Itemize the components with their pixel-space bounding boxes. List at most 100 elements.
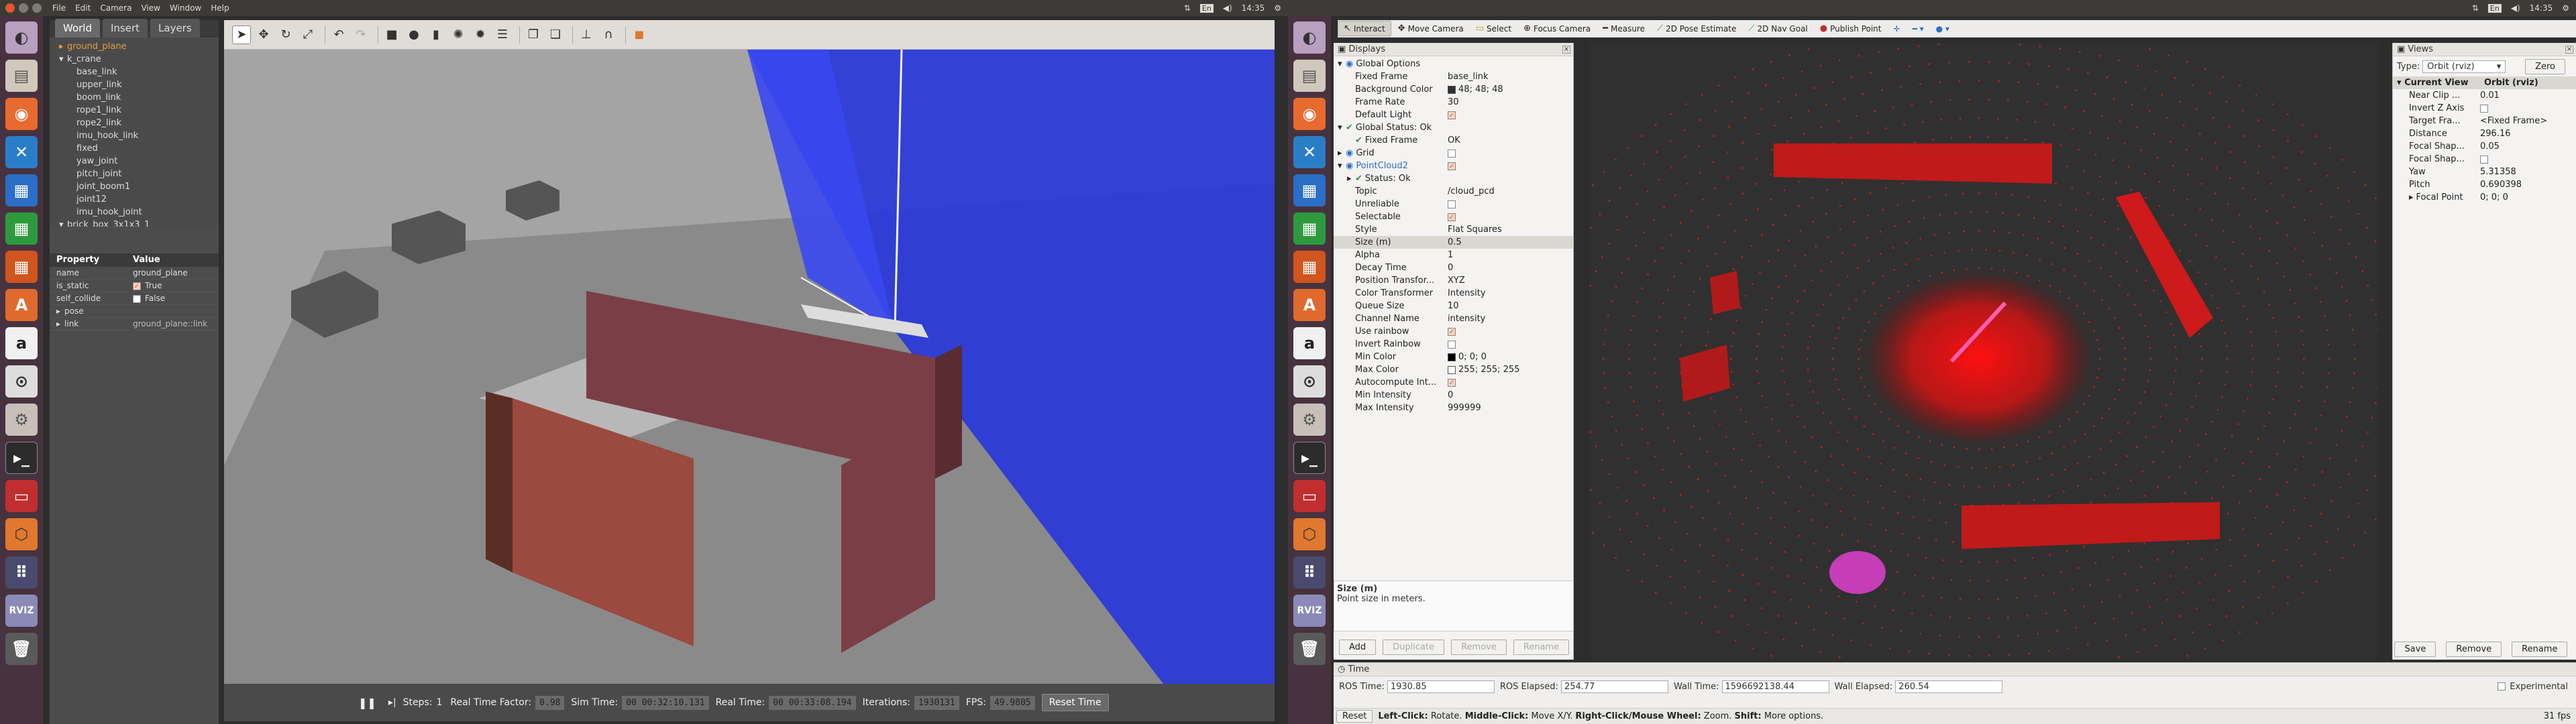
view-property-value[interactable]: <Fixed Frame> (2480, 115, 2576, 127)
launcher-calc-icon[interactable]: ▦ (5, 213, 38, 245)
copy-icon[interactable]: ❐ (524, 25, 543, 44)
display-checkbox[interactable]: ✓ (1448, 213, 1456, 221)
view-checkbox[interactable] (2480, 155, 2488, 164)
expand-arrow-icon[interactable]: ▾ (59, 219, 67, 227)
property-row[interactable]: is_static ✓ True (50, 280, 219, 292)
menu-window[interactable]: Window (170, 3, 201, 13)
display-row[interactable]: Decay Time 0 (1334, 261, 1573, 274)
tree-item[interactable]: rope2_link (50, 117, 219, 129)
tab-world[interactable]: World (55, 19, 100, 38)
display-value[interactable] (1448, 121, 1573, 134)
display-row[interactable]: Selectable ✓ (1334, 210, 1573, 223)
tool-move-camera[interactable]: ✥ Move Camera (1393, 21, 1469, 36)
display-value[interactable]: 255; 255; 255 (1448, 363, 1573, 376)
display-checkbox[interactable] (1448, 340, 1456, 349)
display-row[interactable]: Frame Rate 30 (1334, 96, 1573, 109)
network-icon[interactable]: ⇅ (2472, 3, 2479, 13)
display-value[interactable]: 48; 48; 48 (1448, 83, 1573, 96)
menu-camera[interactable]: Camera (100, 3, 131, 13)
redo-icon[interactable]: ↷ (352, 25, 370, 44)
display-row[interactable]: Unreliable (1334, 198, 1573, 210)
menu-view[interactable]: View (141, 3, 160, 13)
menu-edit[interactable]: Edit (75, 3, 91, 13)
expand-arrow-icon[interactable]: ▾ (1338, 121, 1346, 134)
tool-2d-pose-estimate[interactable]: ⟋ 2D Pose Estimate (1652, 21, 1741, 36)
view-property-value[interactable]: 0.690398 (2480, 178, 2576, 191)
launcher-amazon-icon[interactable]: a (1293, 327, 1326, 359)
launcher-rviz-icon[interactable]: RVIZ (1293, 595, 1326, 627)
tree-item[interactable]: joint_boom1 (50, 180, 219, 193)
current-view-row[interactable]: ▾ Current View Orbit (rviz) (2393, 76, 2576, 89)
menu-help[interactable]: Help (211, 3, 229, 13)
keyboard-lang[interactable]: En (2487, 3, 2502, 13)
display-row[interactable]: Autocompute Int... ✓ (1334, 376, 1573, 389)
launcher-writer-icon[interactable]: ▦ (5, 174, 38, 206)
save-view-button[interactable]: Save (2394, 642, 2436, 657)
display-row[interactable]: ▾ ◉ Global Options (1334, 58, 1573, 70)
keyboard-lang[interactable]: En (1199, 3, 1214, 13)
display-value[interactable]: 30 (1448, 96, 1573, 109)
display-value[interactable]: base_link (1448, 70, 1573, 83)
reset-time-button[interactable]: Reset Time (1041, 694, 1109, 711)
display-row[interactable]: Min Intensity 0 (1334, 389, 1573, 402)
launcher-trash-icon[interactable]: 🗑 (1293, 633, 1326, 665)
view-property-row[interactable]: Focal Shap... (2393, 153, 2576, 166)
launcher-monitor-icon[interactable]: ▭ (5, 480, 38, 512)
view-property-value[interactable] (2480, 102, 2576, 115)
display-row[interactable]: ▾ ✔ Global Status: Ok (1334, 121, 1573, 134)
launcher-writer-icon[interactable]: ▦ (1293, 174, 1326, 206)
directional-light-icon[interactable]: ☰ (493, 25, 512, 44)
launcher-amazon-icon[interactable]: a (5, 327, 38, 359)
ros-elapsed-field[interactable]: 254.77 (1560, 680, 1668, 693)
view-property-row[interactable]: Focal Shap... 0.05 (2393, 140, 2576, 153)
display-value[interactable]: /cloud_pcd (1448, 185, 1573, 198)
launcher-apps-icon[interactable]: ⠿ (1293, 556, 1326, 589)
clock[interactable]: 14:35 (1242, 3, 1265, 13)
display-row[interactable]: Fixed Frame base_link (1334, 70, 1573, 83)
display-value[interactable]: ✓ (1448, 160, 1573, 172)
display-value[interactable]: 999999 (1448, 402, 1573, 414)
close-icon[interactable] (5, 3, 15, 13)
experimental-toggle[interactable]: Experimental (2498, 682, 2568, 692)
view-property-value[interactable]: 0.05 (2480, 140, 2576, 153)
display-row[interactable]: Default Light ✓ (1334, 109, 1573, 121)
tab-insert[interactable]: Insert (103, 19, 148, 38)
launcher-gazebo-icon[interactable]: ⬡ (5, 518, 38, 550)
spot-light-icon[interactable]: ✹ (471, 25, 490, 44)
display-value[interactable] (1448, 147, 1573, 160)
display-row[interactable]: Max Color 255; 255; 255 (1334, 363, 1573, 376)
power-icon[interactable]: ⚙ (2562, 3, 2569, 13)
display-checkbox[interactable] (1448, 200, 1456, 208)
launcher-impress-icon[interactable]: ▦ (1293, 251, 1326, 283)
remove-tool-icon[interactable]: ━ ▾ (1907, 22, 1929, 36)
view-property-value[interactable]: 0; 0; 0 (2480, 191, 2576, 204)
volume-icon[interactable]: ◀) (2511, 3, 2520, 13)
view-property-value[interactable]: 5.31358 (2480, 166, 2576, 178)
remove-button[interactable]: Remove (1451, 639, 1507, 655)
expand-arrow-icon[interactable]: ▸ (1338, 147, 1346, 160)
view-property-row[interactable]: Pitch 0.690398 (2393, 178, 2576, 191)
display-row[interactable]: ✔ Fixed Frame OK (1334, 134, 1573, 147)
tree-item[interactable]: yaw_joint (50, 155, 219, 168)
launcher-terminal-icon[interactable]: ▸_ (5, 442, 38, 474)
display-value[interactable]: 10 (1448, 300, 1573, 312)
display-value[interactable] (1448, 172, 1573, 185)
property-checkbox[interactable] (133, 294, 141, 303)
display-value[interactable]: ✓ (1448, 210, 1573, 223)
view-property-row[interactable]: ▸ Focal Point 0; 0; 0 (2393, 191, 2576, 204)
rename-view-button[interactable]: Rename (2512, 642, 2568, 657)
tree-item[interactable]: base_link (50, 66, 219, 78)
tree-item[interactable]: ▾ k_crane (50, 53, 219, 66)
rename-button[interactable]: Rename (1513, 639, 1570, 655)
launcher-ros-icon[interactable]: ◐ (1293, 21, 1326, 54)
display-value[interactable] (1448, 338, 1573, 351)
tool-measure[interactable]: ━ Measure (1597, 21, 1650, 36)
tool-select[interactable]: ▭ Select (1470, 21, 1517, 36)
color-swatch[interactable] (1448, 353, 1456, 361)
launcher-files-icon[interactable]: ▤ (1293, 60, 1326, 92)
display-value[interactable]: 0 (1448, 261, 1573, 274)
expand-arrow-icon[interactable]: ▸ (1347, 172, 1355, 185)
minimize-icon[interactable] (19, 3, 28, 13)
display-row[interactable]: Queue Size 10 (1334, 300, 1573, 312)
display-row[interactable]: Max Intensity 999999 (1334, 402, 1573, 414)
